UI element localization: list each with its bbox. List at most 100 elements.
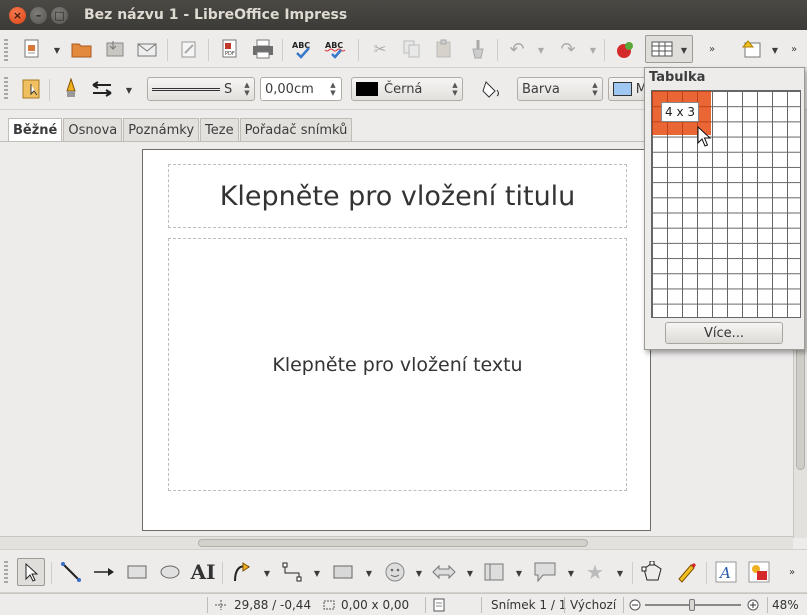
table-dropdown-arrow[interactable]: ▼ — [680, 46, 688, 55]
line-width-spinner[interactable]: ▲ ▼ — [326, 78, 340, 100]
slide-new-icon[interactable] — [740, 37, 764, 61]
rectangle-tool-icon[interactable] — [125, 560, 149, 584]
minimize-window-button[interactable]: – — [30, 6, 47, 24]
curve-dropdown-arrow[interactable]: ▼ — [263, 569, 271, 578]
clone-formatting-icon[interactable] — [466, 37, 490, 61]
toolbar-overflow-3-icon[interactable]: » — [786, 560, 798, 584]
area-style-combo[interactable]: Barva ▲ ▼ — [517, 77, 603, 101]
autospellcheck-icon[interactable]: ABC — [324, 37, 348, 61]
spellcheck-icon[interactable]: ABC — [291, 37, 315, 61]
basic-shapes-icon[interactable] — [331, 560, 355, 584]
new-document-icon[interactable] — [20, 37, 44, 61]
area-color-swatch — [613, 82, 632, 96]
toolbar-overflow-2-icon[interactable]: » — [788, 37, 800, 61]
chart-insert-icon[interactable] — [613, 37, 637, 61]
master-page-name[interactable]: Výchozí — [570, 597, 616, 613]
tab-slide-sorter[interactable]: Pořadač snímků — [239, 118, 353, 141]
connector-tool-icon[interactable] — [280, 560, 304, 584]
area-style-spinner[interactable]: ▲ ▼ — [588, 78, 602, 100]
line-style-spinner[interactable]: ▲ ▼ — [240, 78, 254, 100]
block-arrows-dropdown-arrow[interactable]: ▼ — [466, 569, 474, 578]
edit-file-icon[interactable] — [177, 37, 201, 61]
basic-shapes-dropdown-arrow[interactable]: ▼ — [365, 569, 373, 578]
horizontal-scroll-thumb[interactable] — [198, 539, 588, 547]
stars-icon[interactable]: ★ — [583, 560, 607, 584]
line-tool-icon[interactable] — [59, 560, 83, 584]
print-icon[interactable] — [251, 37, 275, 61]
text-placeholder[interactable]: Klepněte pro vložení textu — [168, 238, 627, 491]
fontwork-glue-icon[interactable] — [674, 560, 698, 584]
line-color-combo[interactable]: Černá ▲ ▼ — [351, 77, 463, 101]
close-window-button[interactable]: × — [9, 6, 26, 24]
toolbar-overflow-icon[interactable]: » — [706, 37, 718, 61]
maximize-window-button[interactable]: □ — [51, 6, 68, 24]
copy-icon[interactable] — [400, 37, 424, 61]
line-pen-icon[interactable] — [59, 77, 83, 101]
arrow-line-tool-icon[interactable] — [92, 560, 116, 584]
slide-dropdown-arrow[interactable]: ▼ — [771, 46, 779, 55]
table-size-label: 4 x 3 — [661, 102, 699, 122]
arrow-style-icon[interactable] — [90, 77, 114, 101]
zoom-slider[interactable] — [645, 597, 741, 613]
arrow-style-dropdown-arrow[interactable]: ▼ — [125, 86, 133, 95]
new-dropdown-arrow[interactable]: ▼ — [53, 46, 61, 55]
ellipse-tool-icon[interactable] — [158, 560, 182, 584]
insert-image-icon[interactable] — [747, 560, 771, 584]
tab-normal[interactable]: Běžné — [8, 118, 63, 141]
zoom-slider-thumb[interactable] — [689, 599, 695, 611]
line-style-preview — [152, 87, 220, 91]
fontwork-icon[interactable]: A — [714, 560, 738, 584]
tab-handout[interactable]: Teze — [200, 118, 239, 141]
popup-title: Tabulka — [649, 70, 706, 85]
export-pdf-icon[interactable]: PDF — [218, 37, 242, 61]
stars-dropdown-arrow[interactable]: ▼ — [616, 569, 624, 578]
line-width-field[interactable]: 0,00cm ▲ ▼ — [260, 77, 342, 101]
line-color-spinner[interactable]: ▲ ▼ — [448, 78, 462, 100]
document-modified-icon[interactable] — [432, 597, 446, 613]
block-arrows-icon[interactable] — [432, 560, 456, 584]
zoom-in-icon[interactable] — [747, 597, 759, 613]
cut-icon[interactable]: ✂ — [368, 37, 392, 61]
flowchart-icon[interactable] — [482, 560, 506, 584]
size-readout: 0,00 x 0,00 — [341, 598, 410, 612]
line-color-swatch — [356, 82, 378, 96]
callouts-icon[interactable] — [533, 560, 557, 584]
select-mode-icon[interactable] — [20, 77, 44, 101]
position-readout: 29,88 / -0,44 — [234, 598, 312, 612]
tab-notes[interactable]: Poznámky — [123, 118, 200, 141]
horizontal-scrollbar[interactable] — [0, 536, 793, 549]
flowchart-dropdown-arrow[interactable]: ▼ — [515, 569, 523, 578]
paste-icon[interactable] — [432, 37, 456, 61]
connector-dropdown-arrow[interactable]: ▼ — [313, 569, 321, 578]
area-fill-icon[interactable] — [479, 77, 503, 101]
standard-toolbar: ▼ PDF ABC ABC ✂ ↶ ▼ ↷ ▼ ▼ » ▼ » — [0, 30, 807, 68]
area-color-combo[interactable]: M — [608, 77, 648, 101]
undo-icon[interactable]: ↶ — [505, 37, 529, 61]
toolbar-grip[interactable] — [4, 561, 8, 583]
undo-dropdown-arrow[interactable]: ▼ — [537, 46, 545, 55]
callouts-dropdown-arrow[interactable]: ▼ — [567, 569, 575, 578]
open-folder-icon[interactable] — [70, 37, 94, 61]
zoom-level[interactable]: 48% — [772, 597, 799, 613]
text-tool-icon[interactable]: AI — [191, 560, 216, 584]
symbol-shapes-icon[interactable] — [383, 560, 407, 584]
toolbar-grip[interactable] — [4, 39, 8, 61]
select-arrow-icon[interactable] — [17, 558, 45, 586]
line-style-combo[interactable]: S ▲ ▼ — [147, 77, 255, 101]
slide-canvas[interactable]: Klepněte pro vložení titulu Klepněte pro… — [142, 149, 651, 531]
more-options-button[interactable]: Více... — [665, 322, 783, 344]
toolbar-grip[interactable] — [4, 77, 8, 99]
tab-outline[interactable]: Osnova — [63, 118, 123, 141]
zoom-out-icon[interactable] — [629, 597, 641, 613]
symbol-shapes-dropdown-arrow[interactable]: ▼ — [415, 569, 423, 578]
slide-info: Snímek 1 / 1 — [491, 598, 567, 612]
redo-icon[interactable]: ↷ — [556, 37, 580, 61]
curve-tool-icon[interactable] — [230, 560, 254, 584]
redo-dropdown-arrow[interactable]: ▼ — [589, 46, 597, 55]
points-edit-icon[interactable] — [640, 560, 664, 584]
save-icon[interactable] — [103, 37, 127, 61]
title-placeholder[interactable]: Klepněte pro vložení titulu — [168, 164, 627, 228]
position-icon — [214, 597, 228, 613]
email-icon[interactable] — [135, 37, 159, 61]
size-icon — [322, 597, 336, 613]
